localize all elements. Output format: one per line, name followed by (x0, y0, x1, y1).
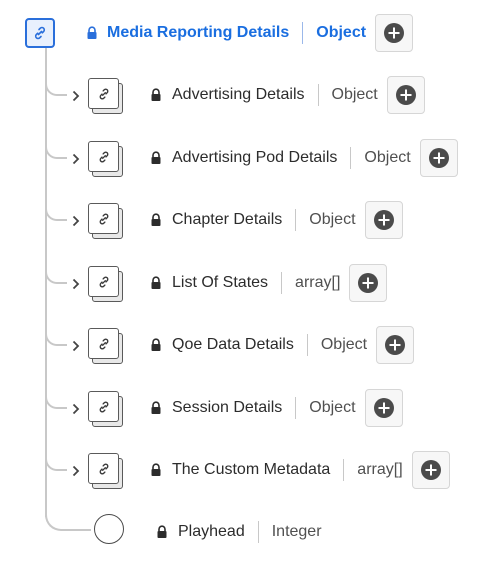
field-name[interactable]: Session Details (172, 399, 282, 417)
add-icon (385, 335, 406, 355)
separator (281, 272, 283, 294)
field-type: Object (320, 336, 368, 353)
field-row[interactable]: Playhead Integer (156, 512, 322, 552)
add-field-button[interactable] (376, 326, 415, 364)
add-field-button[interactable] (349, 264, 388, 302)
tree-branch-line (45, 455, 67, 471)
tree-branch-line (45, 330, 67, 346)
field-row[interactable]: List Of States array[] (150, 263, 388, 303)
add-icon (373, 398, 394, 418)
field-type: Object (309, 211, 356, 228)
tree-trunk-line (45, 47, 47, 517)
chevron-right-icon[interactable] (70, 463, 82, 479)
separator (317, 84, 319, 106)
chevron-right-icon[interactable] (70, 338, 82, 354)
field-type: array[] (357, 461, 403, 478)
lock-icon (150, 151, 162, 165)
chevron-right-icon[interactable] (70, 213, 82, 229)
lock-icon (150, 88, 162, 102)
field-name[interactable]: Playhead (178, 523, 245, 541)
object-link-icon[interactable] (88, 328, 126, 366)
field-row[interactable]: Chapter Details Object (150, 200, 403, 240)
separator (257, 521, 259, 543)
chevron-right-icon[interactable] (70, 88, 82, 104)
chevron-right-icon[interactable] (70, 401, 82, 417)
add-icon (420, 460, 441, 480)
separator (350, 147, 352, 169)
lock-icon (150, 463, 162, 477)
field-type: Object (364, 149, 411, 166)
add-field-button[interactable] (364, 389, 403, 427)
object-link-icon[interactable] (88, 78, 126, 116)
leaf-node-circle-icon[interactable] (94, 514, 124, 544)
add-field-button[interactable] (419, 139, 458, 177)
field-name[interactable]: Chapter Details (172, 211, 282, 229)
chevron-right-icon[interactable] (70, 151, 82, 167)
field-type: Object (331, 86, 378, 103)
tree-branch-line (45, 393, 67, 409)
field-row[interactable]: Session Details Object (150, 388, 403, 428)
add-field-button[interactable] (411, 451, 450, 489)
field-type: array[] (295, 274, 341, 291)
add-field-button[interactable] (375, 14, 414, 52)
field-row[interactable]: Advertising Details Object (150, 75, 425, 115)
lock-icon (150, 401, 162, 415)
lock-icon (156, 525, 168, 539)
add-icon (384, 23, 405, 43)
tree-branch-line (45, 80, 67, 96)
separator (295, 397, 297, 419)
tree-branch-line (45, 268, 67, 284)
array-link-icon[interactable] (88, 266, 126, 304)
add-icon (395, 85, 416, 105)
add-icon (428, 148, 449, 168)
field-name[interactable]: The Custom Metadata (172, 461, 330, 479)
field-name[interactable]: Advertising Pod Details (172, 149, 337, 167)
root-field-type: Object (316, 24, 367, 41)
separator (302, 22, 304, 44)
field-name[interactable]: List Of States (172, 274, 268, 292)
field-type: Integer (271, 523, 322, 540)
object-link-icon[interactable] (88, 391, 126, 429)
root-field-name[interactable]: Media Reporting Details (107, 24, 289, 42)
field-name[interactable]: Qoe Data Details (172, 336, 294, 354)
add-field-button[interactable] (386, 76, 425, 114)
add-field-button[interactable] (364, 201, 403, 239)
tree-branch-line (45, 143, 67, 159)
field-row[interactable]: Advertising Pod Details Object (150, 138, 458, 178)
lock-icon (150, 213, 162, 227)
root-link-icon[interactable] (25, 18, 55, 48)
add-icon (373, 210, 394, 230)
separator (295, 209, 297, 231)
schema-tree: Media Reporting Details Object Advertisi… (0, 0, 487, 568)
field-row[interactable]: Qoe Data Details Object (150, 325, 415, 365)
tree-branch-line (45, 205, 67, 221)
add-icon (358, 273, 379, 293)
array-link-icon[interactable] (88, 453, 126, 491)
chevron-right-icon[interactable] (70, 276, 82, 292)
field-type: Object (309, 399, 356, 416)
tree-trunk-end (45, 503, 91, 531)
field-name[interactable]: Advertising Details (172, 86, 305, 104)
field-row[interactable]: The Custom Metadata array[] (150, 450, 450, 490)
lock-icon (86, 26, 98, 40)
separator (343, 459, 345, 481)
object-link-icon[interactable] (88, 203, 126, 241)
lock-icon (150, 276, 162, 290)
object-link-icon[interactable] (88, 141, 126, 179)
root-field-row[interactable]: Media Reporting Details Object (25, 14, 414, 52)
lock-icon (150, 338, 162, 352)
separator (306, 334, 308, 356)
